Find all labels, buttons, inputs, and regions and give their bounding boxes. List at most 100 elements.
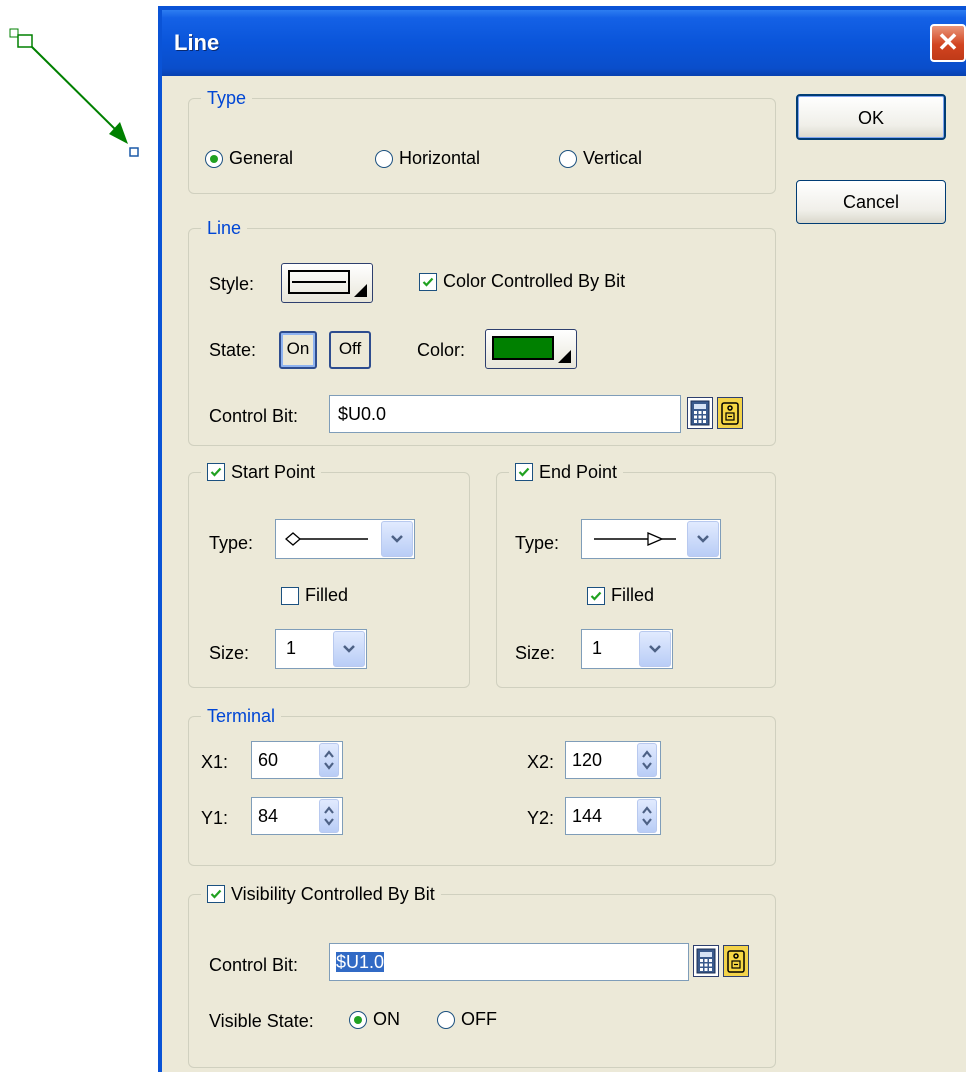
start-handle[interactable] — [9, 28, 19, 38]
checkbox-box — [207, 463, 225, 481]
type-general-radio[interactable]: General — [205, 148, 293, 169]
type-horizontal-label: Horizontal — [399, 148, 481, 168]
start-filled-label: Filled — [305, 585, 349, 605]
visible-state-label: Visible State: — [209, 1011, 314, 1031]
end-size-dropdown-button[interactable] — [639, 631, 671, 667]
line-style-stroke — [292, 281, 346, 283]
radio-circle — [205, 149, 223, 168]
state-on-button[interactable]: On — [279, 331, 317, 369]
y1-label: Y1: — [201, 808, 229, 828]
checkbox-box — [419, 272, 437, 291]
end-point-checkbox[interactable]: End Point — [509, 459, 624, 485]
end-filled-label: Filled — [611, 585, 655, 605]
line-groupbox: Line Style: Color Controlled By Bit Stat… — [188, 215, 776, 446]
x1-spinner[interactable] — [319, 743, 339, 777]
terminal-legend: Terminal — [201, 703, 282, 729]
visibility-checkbox[interactable]: Visibility Controlled By Bit — [201, 881, 441, 907]
visibility-tag-picker-button[interactable] — [723, 945, 749, 977]
y2-spinner[interactable] — [637, 799, 657, 833]
x2-value: 120 — [572, 750, 603, 770]
line-segment[interactable] — [31, 46, 123, 137]
checkbox-box — [281, 586, 299, 605]
end-type-label: Type: — [515, 533, 560, 553]
canvas-line-preview[interactable] — [0, 0, 160, 180]
start-point-checkbox[interactable]: Start Point — [201, 459, 322, 485]
color-controlled-checkbox[interactable]: Color Controlled By Bit — [419, 271, 625, 292]
radio-dot — [210, 154, 218, 163]
title-bar[interactable]: Line ✕ — [162, 10, 966, 76]
line-dialog: Line ✕ OK Cancel Type General Horizontal… — [158, 6, 966, 1072]
checkmark-icon — [210, 889, 222, 899]
start-size-select[interactable]: 1 — [275, 629, 367, 669]
visibility-groupbox: Visibility Controlled By Bit Control Bit… — [188, 881, 776, 1068]
color-label: Color: — [417, 340, 466, 360]
start-type-select[interactable] — [275, 519, 415, 559]
type-groupbox: Type General Horizontal Vertical — [188, 85, 776, 194]
type-legend: Type — [201, 85, 253, 111]
chevron-down-icon — [649, 645, 661, 653]
end-handle[interactable] — [129, 147, 139, 157]
cancel-button[interactable]: Cancel — [796, 180, 946, 224]
tag-icon — [727, 950, 745, 973]
x2-spinner[interactable] — [637, 743, 657, 777]
end-type-select[interactable] — [581, 519, 721, 559]
start-size-label: Size: — [209, 643, 250, 663]
radio-circle — [349, 1010, 367, 1029]
end-filled-checkbox[interactable]: Filled — [587, 585, 654, 606]
state-label: State: — [209, 340, 257, 360]
end-size-value: 1 — [592, 638, 603, 658]
radio-circle — [559, 149, 577, 168]
start-type-dropdown-button[interactable] — [381, 521, 413, 557]
tag-icon — [721, 402, 739, 425]
end-size-label: Size: — [515, 643, 556, 663]
visible-state-on-label: ON — [373, 1009, 400, 1029]
radio-circle — [375, 149, 393, 168]
calculator-button[interactable] — [687, 397, 713, 429]
start-size-dropdown-button[interactable] — [333, 631, 365, 667]
y2-value: 144 — [572, 806, 603, 826]
start-filled-checkbox[interactable]: Filled — [281, 585, 348, 606]
line-shape-preview[interactable] — [0, 0, 160, 180]
start-point-groupbox: Start Point Type: Filled Size: 1 — [188, 459, 470, 688]
state-on-label: On — [286, 339, 310, 358]
calculator-icon — [690, 400, 710, 426]
line-control-bit-input[interactable]: $U0.0 — [329, 395, 681, 433]
spin-updown-icon — [324, 750, 334, 770]
close-button[interactable]: ✕ — [930, 24, 966, 62]
end-size-select[interactable]: 1 — [581, 629, 673, 669]
type-vertical-label: Vertical — [583, 148, 643, 168]
line-style-picker[interactable] — [281, 263, 373, 303]
type-vertical-radio[interactable]: Vertical — [559, 148, 642, 169]
visibility-control-bit-input[interactable]: $U1.0 — [329, 943, 689, 981]
close-icon: ✕ — [937, 27, 959, 57]
color-controlled-label: Color Controlled By Bit — [443, 271, 626, 291]
checkmark-icon — [590, 591, 602, 601]
spin-updown-icon — [324, 806, 334, 826]
state-off-label: Off — [338, 339, 362, 358]
visible-state-off-label: OFF — [461, 1009, 497, 1029]
ok-button[interactable]: OK — [796, 94, 946, 140]
y2-label: Y2: — [527, 808, 555, 828]
style-label: Style: — [209, 274, 255, 294]
y1-spinner[interactable] — [319, 799, 339, 833]
x1-label: X1: — [201, 752, 229, 772]
line-legend: Line — [201, 215, 248, 241]
line-control-bit-value: $U0.0 — [338, 404, 387, 424]
visible-state-off-radio[interactable]: OFF — [437, 1009, 497, 1030]
state-off-button[interactable]: Off — [329, 331, 371, 369]
spin-updown-icon — [642, 806, 652, 826]
visibility-control-bit-value: $U1.0 — [336, 952, 385, 972]
line-control-bit-label: Control Bit: — [209, 406, 299, 426]
radio-dot — [354, 1015, 362, 1024]
line-color-picker[interactable] — [485, 329, 577, 369]
visible-state-on-radio[interactable]: ON — [349, 1009, 400, 1030]
checkmark-icon — [518, 467, 530, 477]
end-type-dropdown-button[interactable] — [687, 521, 719, 557]
type-horizontal-radio[interactable]: Horizontal — [375, 148, 480, 169]
diamond-line-icon — [285, 532, 368, 546]
visibility-calculator-button[interactable] — [693, 945, 719, 977]
y1-value: 84 — [258, 806, 279, 826]
chevron-down-icon — [343, 645, 355, 653]
cancel-label: Cancel — [842, 192, 900, 212]
tag-picker-button[interactable] — [717, 397, 743, 429]
